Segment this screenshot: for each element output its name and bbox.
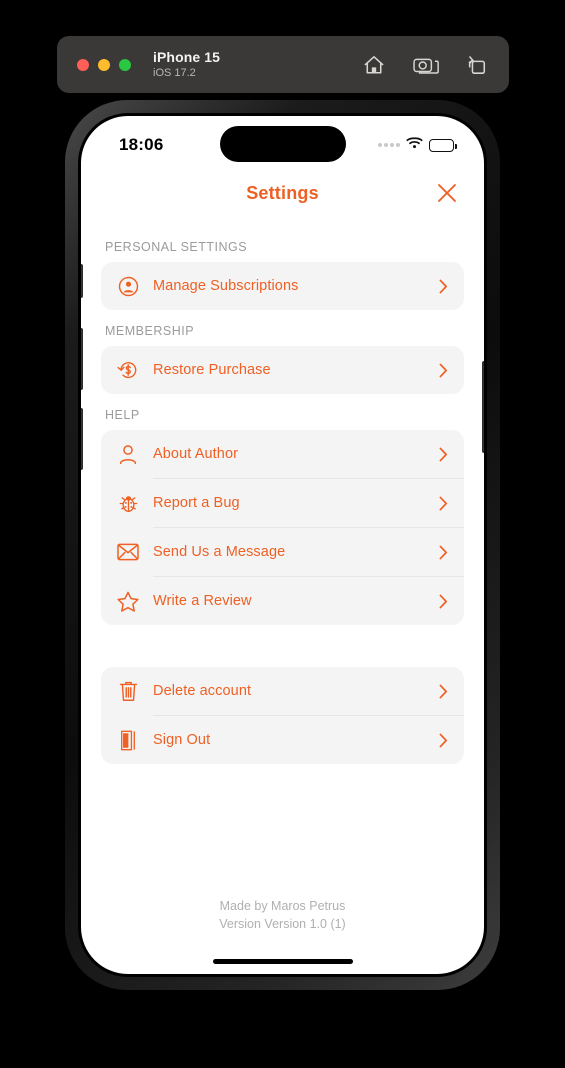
simulator-device-name: iPhone 15 bbox=[153, 49, 221, 66]
settings-card-personal: Manage Subscriptions bbox=[101, 262, 464, 310]
row-label: Sign Out bbox=[153, 732, 211, 748]
row-label: Manage Subscriptions bbox=[153, 278, 299, 294]
row-label: Send Us a Message bbox=[153, 544, 286, 560]
section-header-help: HELP bbox=[105, 408, 140, 422]
chevron-right-icon bbox=[436, 496, 450, 511]
person-circle-icon bbox=[111, 276, 145, 297]
home-indicator[interactable] bbox=[212, 959, 353, 964]
rotate-icon[interactable] bbox=[467, 55, 487, 75]
row-write-a-review[interactable]: Write a Review bbox=[101, 577, 464, 625]
iphone-device-frame: 18:06 Settings PERSONAL SETTINGS Manage … bbox=[65, 100, 500, 990]
minimize-window-button[interactable] bbox=[98, 58, 110, 71]
close-window-button[interactable] bbox=[77, 58, 89, 71]
row-label: About Author bbox=[153, 446, 239, 462]
settings-card-membership: Restore Purchase bbox=[101, 346, 464, 394]
row-manage-subscriptions[interactable]: Manage Subscriptions bbox=[101, 262, 464, 310]
simulator-os-version: iOS 17.2 bbox=[153, 67, 196, 80]
footer-version: Version Version 1.0 (1) bbox=[219, 917, 346, 932]
simulator-titlebar: iPhone 15 iOS 17.2 bbox=[57, 36, 509, 93]
row-label: Delete account bbox=[153, 683, 252, 699]
silent-switch-button[interactable] bbox=[81, 264, 83, 298]
home-icon[interactable] bbox=[363, 55, 385, 75]
row-label: Write a Review bbox=[153, 593, 252, 609]
settings-content: PERSONAL SETTINGS Manage Subscriptions M… bbox=[81, 216, 484, 764]
restore-dollar-icon bbox=[111, 359, 145, 381]
ladybug-icon bbox=[111, 493, 145, 514]
phone-screen: 18:06 Settings PERSONAL SETTINGS Manage … bbox=[81, 116, 484, 974]
simulator-toolbar bbox=[363, 55, 487, 75]
screenshot-root: iPhone 15 iOS 17.2 18:06 Settings PERSON… bbox=[0, 0, 565, 1068]
sign-out-door-icon bbox=[111, 730, 145, 751]
chevron-right-icon bbox=[436, 279, 450, 294]
person-icon bbox=[111, 444, 145, 465]
power-button[interactable] bbox=[482, 361, 484, 453]
section-header-personal: PERSONAL SETTINGS bbox=[105, 240, 248, 254]
row-label: Restore Purchase bbox=[153, 362, 271, 378]
chevron-right-icon bbox=[436, 684, 450, 699]
screenshot-icon[interactable] bbox=[413, 55, 439, 75]
row-restore-purchase[interactable]: Restore Purchase bbox=[101, 346, 464, 394]
chevron-right-icon bbox=[436, 363, 450, 378]
chevron-right-icon bbox=[436, 545, 450, 560]
ios-status-bar: 18:06 bbox=[81, 116, 484, 170]
close-icon[interactable] bbox=[434, 180, 460, 206]
trash-icon bbox=[111, 681, 145, 702]
maximize-window-button[interactable] bbox=[119, 58, 131, 71]
row-label: Report a Bug bbox=[153, 495, 240, 511]
star-icon bbox=[111, 591, 145, 612]
settings-card-help: About Author Report a Bug Send Us a Mess… bbox=[101, 430, 464, 625]
envelope-icon bbox=[111, 543, 145, 561]
page-title: Settings bbox=[246, 182, 319, 203]
row-report-a-bug[interactable]: Report a Bug bbox=[101, 479, 464, 527]
cellular-dots-icon bbox=[378, 143, 400, 147]
app-footer: Made by Maros Petrus Version Version 1.0… bbox=[81, 897, 484, 935]
volume-up-button[interactable] bbox=[81, 328, 83, 390]
row-send-us-a-message[interactable]: Send Us a Message bbox=[101, 528, 464, 576]
row-delete-account[interactable]: Delete account bbox=[101, 667, 464, 715]
row-about-author[interactable]: About Author bbox=[101, 430, 464, 478]
settings-navbar: Settings bbox=[81, 170, 484, 216]
status-bar-indicators bbox=[378, 136, 457, 154]
chevron-right-icon bbox=[436, 447, 450, 462]
wifi-icon bbox=[406, 136, 423, 154]
status-bar-time: 18:06 bbox=[119, 135, 164, 154]
row-sign-out[interactable]: Sign Out bbox=[101, 716, 464, 764]
simulator-titles: iPhone 15 iOS 17.2 bbox=[153, 49, 220, 80]
chevron-right-icon bbox=[436, 594, 450, 609]
footer-made-by: Made by Maros Petrus bbox=[219, 898, 346, 913]
settings-card-account-actions: Delete account Sign Out bbox=[101, 667, 464, 764]
chevron-right-icon bbox=[436, 733, 450, 748]
section-header-membership: MEMBERSHIP bbox=[105, 324, 195, 338]
battery-icon bbox=[429, 138, 457, 152]
device-bezel: 18:06 Settings PERSONAL SETTINGS Manage … bbox=[78, 113, 487, 977]
window-traffic-lights bbox=[77, 58, 131, 71]
volume-down-button[interactable] bbox=[81, 408, 83, 470]
dynamic-island bbox=[219, 126, 346, 162]
